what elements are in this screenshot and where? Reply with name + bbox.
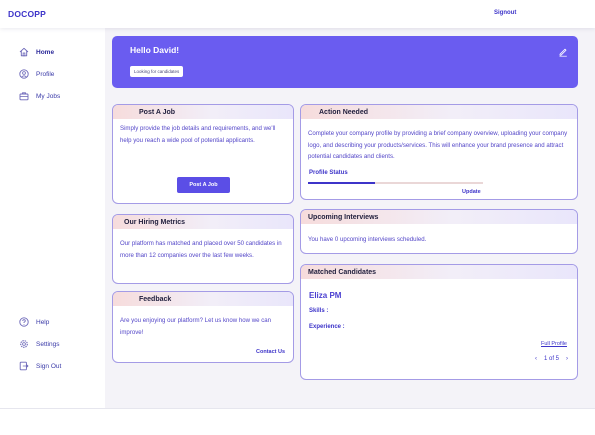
matched-candidates-card: Matched Candidates Eliza PM Skills : Exp… [300,264,578,380]
card-header: Feedback [113,292,293,306]
sidebar-item-help[interactable]: Help [19,316,49,328]
update-link[interactable]: Update [462,189,481,195]
sidebar-item-label: Sign Out [36,362,62,370]
card-header: Action Needed [301,105,577,119]
gear-icon [19,339,29,349]
contact-us-link[interactable]: Contact Us [256,349,285,355]
candidate-pagination: ‹ 1 of 5 › [535,356,568,362]
profile-status-label: Profile Status [309,170,348,176]
candidate-name: Eliza PM [309,291,342,300]
card-header: Our Hiring Metrics [113,215,293,229]
footer-divider [0,408,595,409]
next-page-button[interactable]: › [566,356,568,362]
profile-icon [19,69,29,79]
skills-label: Skills : [309,308,329,314]
card-description: Complete your company profile by providi… [308,130,568,160]
sidebar-item-label: My Jobs [36,92,61,100]
signout-link[interactable]: Signout [494,10,516,16]
greeting-title: Hello David! [130,45,180,55]
card-header: Matched Candidates [301,265,577,279]
sign-out-icon [19,361,29,371]
home-icon [19,47,29,57]
profile-progress-fill [308,182,375,184]
card-title: Our Hiring Metrics [124,218,186,226]
welcome-banner: Hello David! Looking for candidates [112,36,578,88]
sidebar-item-label: Home [36,48,55,56]
card-header: Upcoming Interviews [301,210,577,224]
sidebar: Home Profile My Jobs Help Settings Sign … [0,28,105,408]
profile-progress-bar [308,182,483,184]
sidebar-item-my-jobs[interactable]: My Jobs [19,90,60,102]
card-title: Upcoming Interviews [308,213,379,221]
post-job-card: Post A Job Simply provide the job detail… [112,104,294,204]
card-title: Action Needed [319,108,369,116]
card-description: Our platform has matched and placed over… [120,240,282,259]
edit-icon[interactable] [558,47,568,57]
sidebar-item-label: Profile [36,70,55,78]
hiring-metrics-card: Our Hiring Metrics Our platform has matc… [112,214,294,284]
sidebar-item-label: Help [36,318,50,326]
post-job-button[interactable]: Post A Job [177,177,230,193]
sidebar-item-settings[interactable]: Settings [19,338,60,350]
prev-page-button[interactable]: ‹ [535,356,537,362]
top-bar: DOCOPP Signout [0,0,595,28]
card-title: Matched Candidates [308,268,377,276]
card-header: Post A Job [113,105,293,119]
card-title: Post A Job [139,108,176,116]
page-indicator: 1 of 5 [544,356,560,362]
card-description: Simply provide the job details and requi… [120,125,276,144]
action-needed-card: Action Needed Complete your company prof… [300,104,578,200]
full-profile-link[interactable]: Full Profile [541,341,567,347]
briefcase-icon [19,91,29,101]
sidebar-item-home[interactable]: Home [19,46,54,58]
card-description: You have 0 upcoming interviews scheduled… [308,236,427,243]
sidebar-item-label: Settings [36,340,60,348]
upcoming-interviews-card: Upcoming Interviews You have 0 upcoming … [300,209,578,254]
experience-label: Experience : [309,324,345,330]
sidebar-item-profile[interactable]: Profile [19,68,54,80]
status-badge: Looking for candidates [130,66,184,77]
sidebar-item-sign-out[interactable]: Sign Out [19,360,61,372]
feedback-card: Feedback Are you enjoying our platform? … [112,291,294,363]
help-icon [19,317,29,327]
card-description: Are you enjoying our platform? Let us kn… [120,317,272,336]
card-title: Feedback [139,295,172,303]
app-logo[interactable]: DOCOPP [8,9,46,19]
